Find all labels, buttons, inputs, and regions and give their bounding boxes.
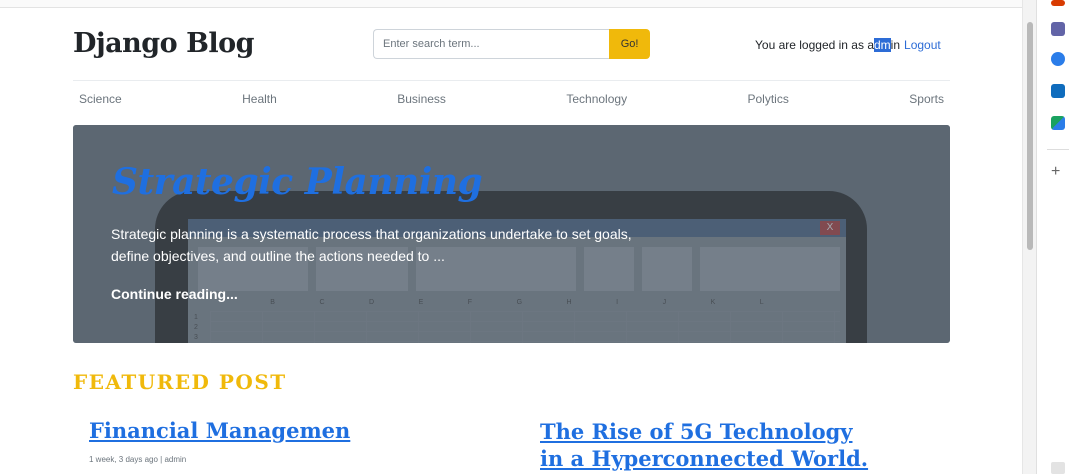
post-title-5g[interactable]: The Rise of 5G Technology in a Hyperconn… <box>540 418 880 472</box>
teams-icon[interactable] <box>1051 22 1065 36</box>
search-button[interactable]: Go! <box>609 29 650 59</box>
category-nav: Science Health Business Technology Polyt… <box>73 92 950 106</box>
nav-item-technology[interactable]: Technology <box>560 92 633 106</box>
scrollbar-thumb[interactable] <box>1027 22 1033 250</box>
login-username-end: in <box>890 38 901 52</box>
search-form: Go! <box>373 29 650 59</box>
sidebar-divider <box>1047 149 1069 150</box>
hero-excerpt: Strategic planning is a systematic proce… <box>111 226 632 264</box>
post-meta: 1 week, 3 days ago | admin <box>89 455 187 464</box>
copilot-icon[interactable] <box>1051 52 1065 66</box>
top-border <box>0 0 1022 8</box>
nav-item-sports[interactable]: Sports <box>903 92 950 106</box>
logout-link[interactable]: Logout <box>904 38 941 52</box>
continue-reading-link[interactable]: Continue reading... <box>111 286 238 302</box>
post-excerpt-cut <box>89 467 469 474</box>
hero-title: Strategic Planning <box>112 161 483 203</box>
nav-item-polytics[interactable]: Polytics <box>742 92 795 106</box>
browser-viewport: Django Blog Go! You are logged in as adm… <box>0 0 1022 474</box>
site-brand[interactable]: Django Blog <box>73 28 255 59</box>
search-input[interactable] <box>373 29 610 59</box>
header-divider <box>73 80 950 81</box>
nav-item-science[interactable]: Science <box>73 92 128 106</box>
login-username-start: a <box>867 38 874 52</box>
browser-sidebar: + <box>1036 0 1077 474</box>
nav-item-business[interactable]: Business <box>391 92 452 106</box>
add-icon[interactable]: + <box>1051 164 1060 180</box>
sidebar-settings-icon[interactable] <box>1051 462 1065 474</box>
page-scrollbar[interactable] <box>1022 0 1036 474</box>
login-status: You are logged in as admin Logout <box>755 38 941 52</box>
office-icon[interactable] <box>1051 0 1065 6</box>
nav-item-health[interactable]: Health <box>236 92 283 106</box>
login-prefix: You are logged in as <box>755 38 868 52</box>
post-title-financial[interactable]: Financial Managemen <box>89 418 350 443</box>
shopping-icon[interactable] <box>1051 116 1065 130</box>
featured-heading: FEATURED POST <box>73 370 287 394</box>
outlook-icon[interactable] <box>1051 84 1065 98</box>
login-username-selection: dm <box>874 38 891 52</box>
hero-banner: X B C D E F G H I J K <box>73 125 950 343</box>
